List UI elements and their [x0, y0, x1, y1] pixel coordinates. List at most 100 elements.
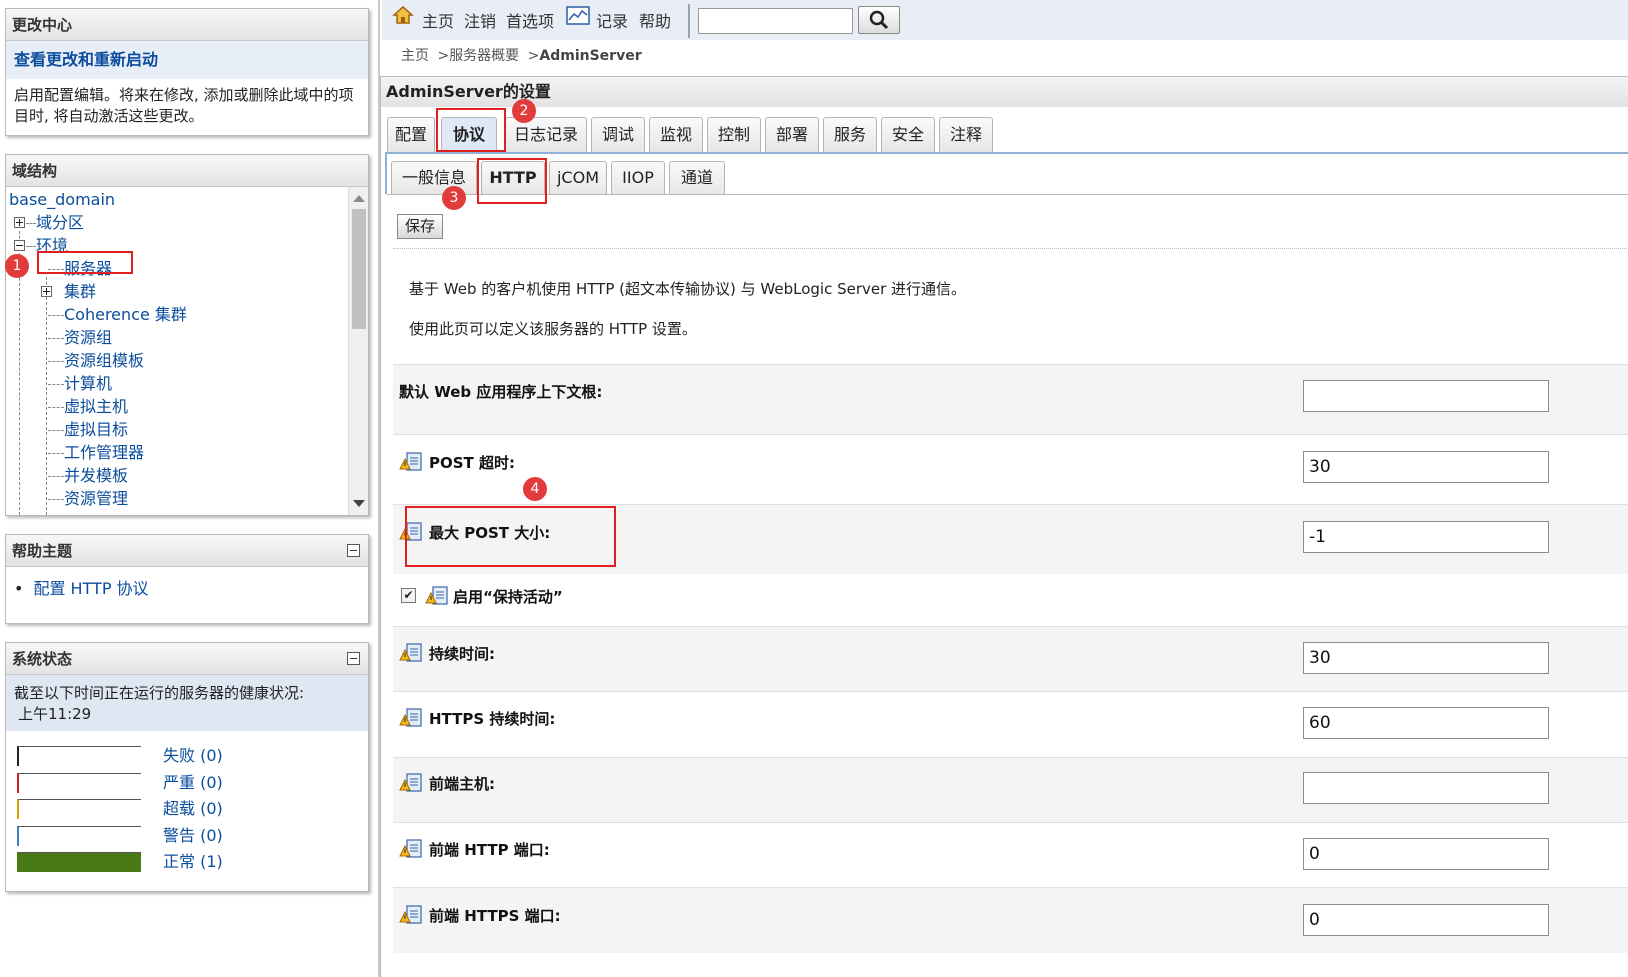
tree-item-coherence-clusters[interactable]: Coherence 集群	[64, 304, 187, 326]
config-warning-icon	[399, 643, 422, 662]
dotted-divider	[393, 248, 1628, 249]
tree-scrollbar[interactable]	[348, 187, 368, 515]
logout-link[interactable]: 注销	[464, 8, 496, 32]
row-divider	[393, 887, 1628, 888]
row-divider	[393, 434, 1628, 435]
label-frontend-host: 前端主机:	[429, 775, 495, 793]
row-divider	[393, 504, 1628, 505]
input-frontend-https-port[interactable]	[1303, 904, 1549, 936]
annotation-box-max-post-size	[405, 506, 616, 567]
home-link[interactable]: 主页	[422, 8, 454, 32]
tab-debug[interactable]: 调试	[591, 117, 645, 153]
keep-alive-checkbox[interactable]: ✔	[401, 588, 416, 603]
row-divider	[393, 626, 1628, 627]
help-link[interactable]: 帮助	[639, 8, 671, 32]
scroll-down-icon[interactable]	[353, 500, 365, 507]
input-frontend-host[interactable]	[1303, 772, 1549, 804]
field-row-frontend-http-port: 前端 HTTP 端口:	[393, 822, 1628, 887]
minimize-icon[interactable]	[347, 544, 360, 557]
annotation-box-protocols-tab	[436, 108, 506, 152]
input-max-post-size[interactable]	[1303, 521, 1549, 553]
preferences-link[interactable]: 首选项	[506, 8, 554, 32]
tab-security[interactable]: 安全	[881, 117, 935, 153]
subtab-jcom[interactable]: jCOM	[549, 161, 607, 195]
tree-item-concurrent-templates[interactable]: 并发模板	[64, 465, 128, 487]
tree-item-resource-group-templates[interactable]: 资源组模板	[64, 350, 144, 372]
record-icon[interactable]	[566, 6, 590, 30]
tab-control[interactable]: 控制	[707, 117, 761, 153]
field-row-frontend-host: 前端主机:	[393, 757, 1628, 822]
status-bar	[17, 826, 141, 846]
tab-services[interactable]: 服务	[823, 117, 877, 153]
breadcrumb-current: AdminServer	[539, 48, 642, 64]
system-status-description: 截至以下时间正在运行的服务器的健康状况: 上午11:29	[6, 675, 368, 731]
home-icon[interactable]	[392, 4, 414, 30]
label-https-duration: HTTPS 持续时间:	[429, 710, 556, 728]
breadcrumb-separator: >	[437, 48, 450, 64]
breadcrumb-servers[interactable]: 服务器概要	[449, 48, 519, 64]
help-topics-list: 配置 HTTP 协议	[6, 567, 368, 607]
field-row-keep-alive: ✔ 启用“保持活动”	[393, 574, 1628, 626]
minimize-icon[interactable]	[347, 652, 360, 665]
record-link[interactable]: 记录	[596, 8, 628, 32]
scroll-thumb[interactable]	[352, 209, 366, 329]
input-duration[interactable]	[1303, 642, 1549, 674]
status-label[interactable]: 警告 (0)	[163, 826, 223, 846]
tree-item-virtual-hosts[interactable]: 虚拟主机	[64, 396, 128, 418]
tab-monitoring[interactable]: 监视	[649, 117, 703, 153]
tab-notes[interactable]: 注释	[939, 117, 993, 153]
tabs-underline	[385, 152, 1628, 154]
subtab-general[interactable]: 一般信息	[391, 161, 477, 195]
status-bar	[17, 773, 141, 793]
status-label[interactable]: 超载 (0)	[163, 799, 223, 819]
input-https-duration[interactable]	[1303, 707, 1549, 739]
status-label[interactable]: 失败 (0)	[163, 746, 223, 766]
config-warning-icon	[399, 773, 422, 792]
tree-item-partitions[interactable]: 域分区	[36, 212, 84, 234]
annotation-marker-1: 1	[5, 254, 29, 278]
tab-configuration[interactable]: 配置	[387, 117, 435, 153]
scroll-up-icon[interactable]	[353, 195, 365, 202]
tree-item-virtual-targets[interactable]: 虚拟目标	[64, 419, 128, 441]
tree-item-clusters[interactable]: 集群	[64, 281, 96, 303]
save-button[interactable]: 保存	[397, 214, 443, 239]
config-warning-icon	[399, 452, 422, 471]
row-divider	[393, 364, 1628, 365]
status-label[interactable]: 严重 (0)	[163, 773, 223, 793]
tree-item-resource-groups[interactable]: 资源组	[64, 327, 112, 349]
topbar-divider	[688, 4, 690, 38]
search-button[interactable]	[858, 6, 900, 34]
tab-deployments[interactable]: 部署	[765, 117, 819, 153]
help-link-configure-http[interactable]: 配置 HTTP 协议	[14, 575, 360, 599]
label-post-timeout: POST 超时:	[429, 454, 516, 472]
status-label[interactable]: 正常 (1)	[163, 852, 223, 872]
tree-item-work-managers[interactable]: 工作管理器	[64, 442, 144, 464]
search-input[interactable]	[698, 8, 853, 34]
subtab-channels[interactable]: 通道	[669, 161, 725, 195]
config-warning-icon	[399, 839, 422, 858]
expand-icon[interactable]	[14, 217, 25, 228]
change-center-panel: 更改中心 查看更改和重新启动 启用配置编辑。将来在修改, 添加或删除此域中的项目…	[5, 8, 369, 136]
field-row-duration: 持续时间:	[393, 626, 1628, 691]
expand-icon[interactable]	[41, 286, 52, 297]
system-status-panel: 系统状态 截至以下时间正在运行的服务器的健康状况: 上午11:29 失败 (0)…	[5, 642, 369, 892]
intro-text-1: 基于 Web 的客户机使用 HTTP (超文本传输协议) 与 WebLogic …	[409, 280, 967, 298]
view-changes-link[interactable]: 查看更改和重新启动	[6, 41, 368, 79]
field-row-frontend-https-port: 前端 HTTPS 端口:	[393, 887, 1628, 953]
config-warning-icon	[399, 708, 422, 727]
input-default-context-root[interactable]	[1303, 380, 1549, 412]
tree-root-domain[interactable]: base_domain	[9, 189, 115, 211]
status-bar	[17, 799, 141, 819]
label-duration: 持续时间:	[429, 645, 495, 663]
tree-item-machines[interactable]: 计算机	[64, 373, 112, 395]
breadcrumb-separator: >	[527, 48, 540, 64]
subtab-iiop[interactable]: IIOP	[611, 161, 665, 195]
config-warning-icon	[425, 586, 448, 605]
tree-item-resource-management[interactable]: 资源管理	[64, 488, 128, 510]
tab-logging[interactable]: 日志记录	[505, 117, 587, 153]
label-frontend-https-port: 前端 HTTPS 端口:	[429, 907, 561, 925]
input-post-timeout[interactable]	[1303, 451, 1549, 483]
collapse-icon[interactable]	[14, 240, 25, 251]
breadcrumb-home[interactable]: 主页	[401, 48, 429, 64]
input-frontend-http-port[interactable]	[1303, 838, 1549, 870]
